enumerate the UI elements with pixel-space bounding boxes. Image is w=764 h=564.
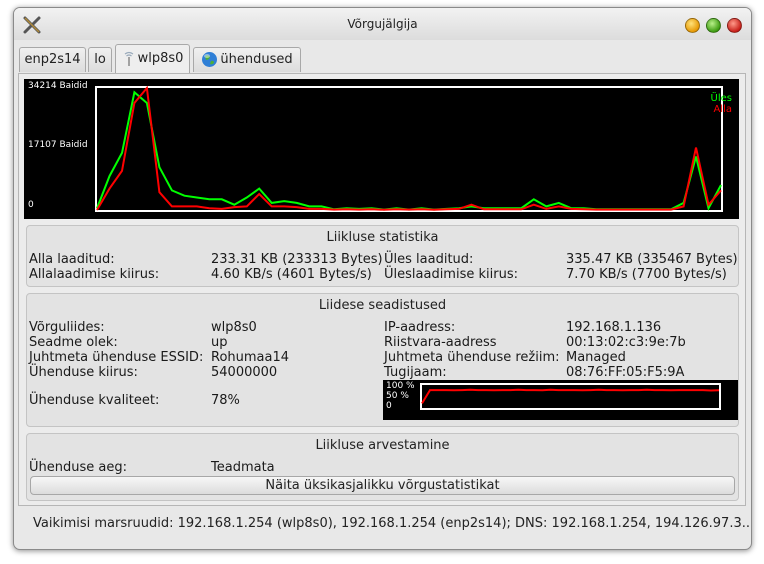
essid-label: Juhtmeta ühenduse ESSID: xyxy=(29,350,204,365)
quality-0-label: 0 xyxy=(386,401,392,411)
traffic-accounting-group: Liikluse arvestamine Ühenduse aeg: Teadm… xyxy=(26,433,739,501)
hw-address-value: 00:13:02:c3:9e:7b xyxy=(566,335,686,350)
tab-label: ühendused xyxy=(220,52,293,67)
tab-connections[interactable]: ühendused xyxy=(193,47,301,72)
show-detailed-statistics-button[interactable]: Näita üksikasjalikku võrgustatistikat xyxy=(30,476,735,495)
uptime-value: Teadmata xyxy=(211,460,275,475)
traffic-stats-title: Liikluse statistika xyxy=(326,230,439,245)
accounting-title: Liikluse arvestamine xyxy=(315,438,450,453)
y-max-label: 34214 Baidid xyxy=(28,81,88,91)
traffic-stats-group: Liikluse statistika Alla laaditud: 233.3… xyxy=(26,225,739,287)
tx-speed-label: Üleslaadimise kiirus: xyxy=(384,267,518,282)
y-mid-label: 17107 Baidid xyxy=(28,140,88,150)
quality-graph: 100 % 50 % 0 xyxy=(383,380,738,420)
interface-settings-title: Liidese seadistused xyxy=(318,298,447,313)
legend-up: Üles xyxy=(710,93,732,104)
status-bar: Vaikimisi marsruudid: 192.168.1.254 (wlp… xyxy=(33,516,752,531)
ip-value: 192.168.1.136 xyxy=(566,320,662,335)
rx-value: 233.31 KB (233313 Bytes) xyxy=(211,252,383,267)
access-point-label: Tugijaam: xyxy=(384,365,447,380)
interface-value: wlp8s0 xyxy=(211,320,257,335)
tx-value: 335.47 KB (335467 Bytes) xyxy=(566,252,738,267)
uptime-label: Ühenduse aeg: xyxy=(29,460,127,475)
interface-label: Võrguliides: xyxy=(29,320,105,335)
close-button[interactable] xyxy=(727,18,742,33)
essid-value: Rohumaa14 xyxy=(211,350,290,365)
rx-speed-label: Allalaadimise kiirus: xyxy=(29,267,160,282)
ip-label: IP-aadress: xyxy=(384,320,456,335)
access-point-value: 08:76:FF:05:F5:9A xyxy=(566,365,685,380)
window-title: Võrgujälgija xyxy=(347,17,418,31)
minimize-button[interactable] xyxy=(685,18,700,33)
hw-address-label: Riistvara-aadress xyxy=(384,335,497,350)
tab-label: enp2s14 xyxy=(24,52,81,67)
state-value: up xyxy=(211,335,228,350)
wireless-mode-value: Managed xyxy=(566,350,626,365)
interface-panel: 34214 Baidid 17107 Baidid 0 Üles Alla Li… xyxy=(18,73,746,506)
tab-wlp8s0[interactable]: wlp8s0 xyxy=(115,44,190,73)
rx-speed-value: 4.60 KB/s (4601 Bytes/s) xyxy=(211,267,372,282)
tx-speed-value: 7.70 KB/s (7700 Bytes/s) xyxy=(566,267,727,282)
wireless-icon xyxy=(124,51,133,66)
globe-icon xyxy=(202,52,218,67)
quality-label: Ühenduse kvaliteet: xyxy=(29,393,160,408)
quality-value: 78% xyxy=(211,393,240,408)
series-up-line xyxy=(96,90,722,211)
quality-50-label: 50 % xyxy=(386,391,409,401)
tab-lo[interactable]: lo xyxy=(88,47,112,72)
legend-down: Alla xyxy=(713,104,732,115)
tab-label: lo xyxy=(94,52,106,67)
quality-100-label: 100 % xyxy=(386,381,415,391)
tx-label: Üles laaditud: xyxy=(384,252,474,267)
state-label: Seadme olek: xyxy=(29,335,118,350)
wireless-mode-label: Juhtmeta ühenduse režiim: xyxy=(384,350,560,365)
traffic-chart xyxy=(95,85,723,212)
quality-chart xyxy=(420,383,721,410)
series-down-line xyxy=(96,85,722,211)
tab-enp2s14[interactable]: enp2s14 xyxy=(19,47,86,72)
link-speed-value: 54000000 xyxy=(211,365,278,380)
tab-label: wlp8s0 xyxy=(137,51,184,66)
maximize-button[interactable] xyxy=(706,18,721,33)
traffic-graph: 34214 Baidid 17107 Baidid 0 Üles Alla xyxy=(24,79,739,219)
rx-label: Alla laaditud: xyxy=(29,252,115,267)
main-window: Võrgujälgija enp2s14 lo wlp8s0 ühendused xyxy=(13,7,752,550)
title-bar[interactable]: Võrgujälgija xyxy=(14,8,751,40)
quality-line xyxy=(421,388,720,404)
link-speed-label: Ühenduse kiirus: xyxy=(29,365,138,380)
graph-frame xyxy=(95,86,723,212)
quality-frame xyxy=(420,383,721,410)
y-min-label: 0 xyxy=(28,200,34,210)
interface-settings-group: Liidese seadistused Võrguliides: wlp8s0 … xyxy=(26,293,739,427)
